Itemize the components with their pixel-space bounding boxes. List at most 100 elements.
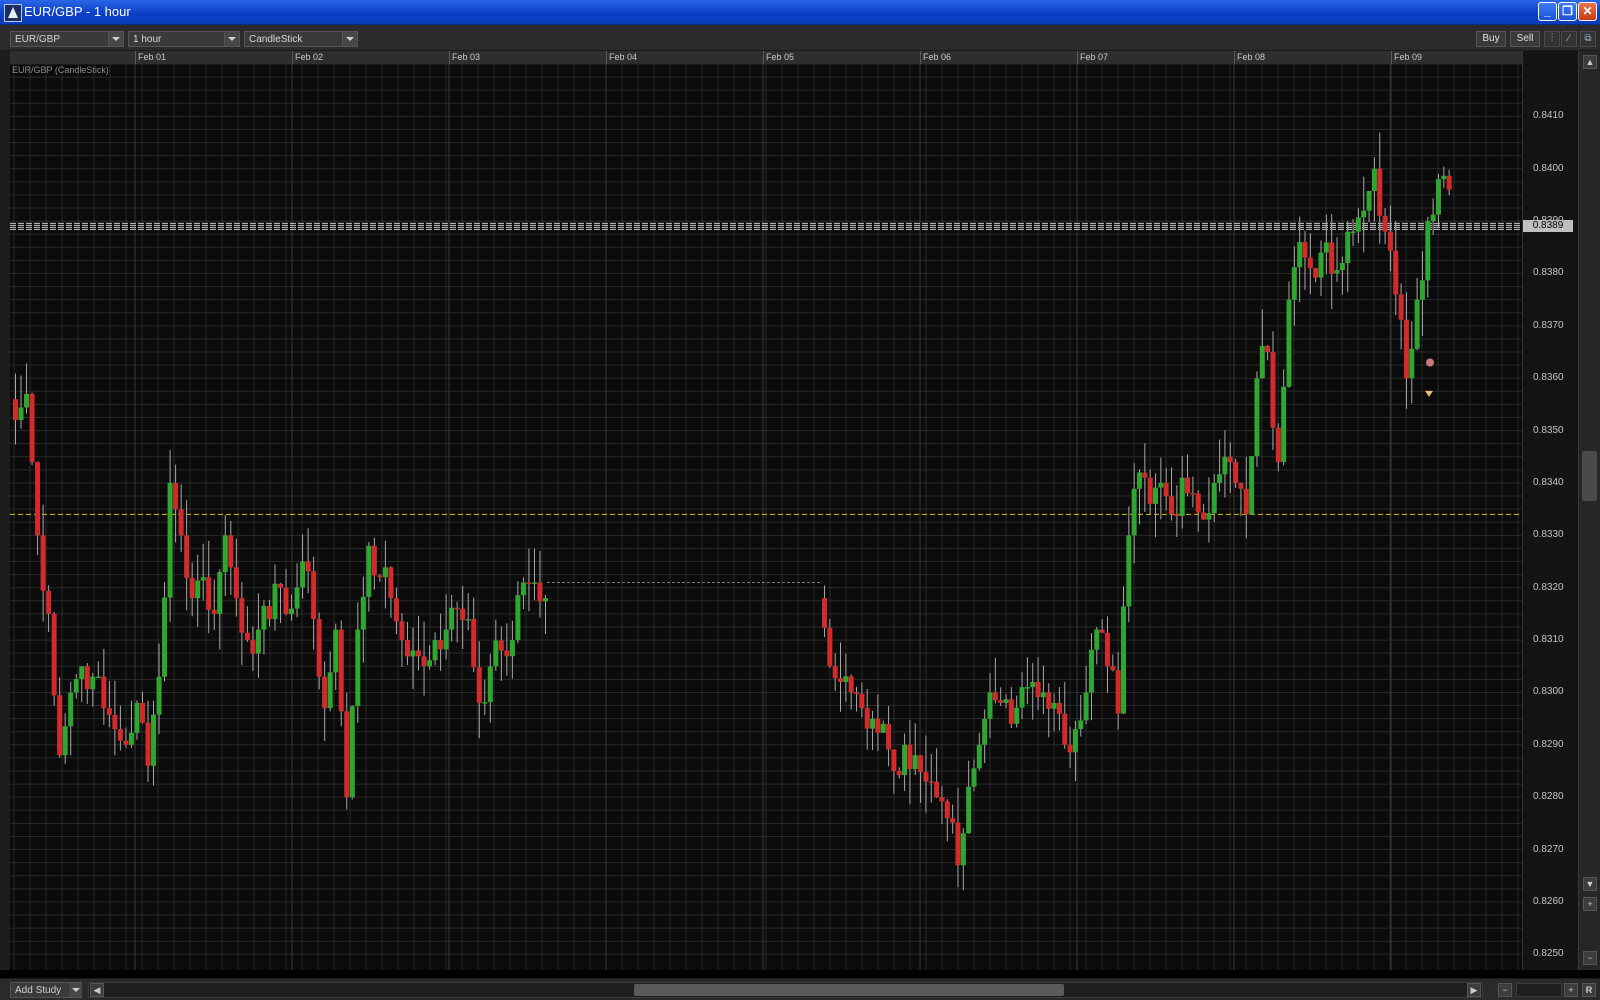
- date-label: Feb 01: [138, 52, 167, 62]
- candle-body: [217, 572, 223, 614]
- candle-body: [1238, 482, 1244, 489]
- close-button[interactable]: ✕: [1578, 2, 1597, 21]
- candle-body: [162, 597, 168, 677]
- current-price-label: 0.8389: [1523, 220, 1573, 233]
- candle-body: [1425, 221, 1431, 281]
- candle-body: [200, 577, 206, 581]
- candle-body: [912, 755, 918, 769]
- candle-body: [907, 744, 913, 769]
- order-marker: [1426, 358, 1434, 367]
- left-edge: [0, 51, 10, 970]
- date-label: Feb 02: [295, 52, 324, 62]
- candle-body: [515, 595, 521, 641]
- candle-body: [520, 582, 526, 596]
- candle-body: [449, 607, 455, 630]
- price-tick-label: 0.8250: [1533, 948, 1564, 960]
- date-label: Feb 06: [923, 52, 952, 62]
- add-study-dropdown[interactable]: Add Study: [10, 982, 82, 998]
- candle-body: [1259, 346, 1265, 379]
- candle-body: [29, 393, 35, 463]
- candle-body: [355, 629, 361, 707]
- minimize-button[interactable]: _: [1538, 2, 1557, 21]
- chart-style-icon[interactable]: ⫶: [1544, 31, 1560, 47]
- candle-body: [827, 627, 833, 667]
- vertical-scale-bar[interactable]: ▲ ▼ + −: [1578, 51, 1600, 970]
- candle-body: [843, 676, 849, 682]
- candle-body: [1131, 488, 1137, 536]
- candle-body: [992, 692, 998, 701]
- candle-body: [1441, 175, 1447, 180]
- candle-body: [1339, 263, 1345, 271]
- candle-body: [261, 605, 267, 630]
- scroll-up-icon[interactable]: ▲: [1583, 55, 1597, 69]
- candle-body: [1024, 687, 1030, 689]
- candle-body: [1137, 472, 1142, 489]
- candle-body: [112, 714, 118, 730]
- candle-body: [1334, 270, 1340, 274]
- horizontal-scrollbar[interactable]: ◀ ▶: [88, 982, 1483, 998]
- candle-body: [966, 786, 972, 834]
- candle-body: [1409, 348, 1415, 379]
- draw-line-icon[interactable]: ∕: [1561, 31, 1577, 47]
- zoom-in-button[interactable]: +: [1564, 983, 1578, 997]
- candle-body: [1345, 231, 1351, 264]
- candle-body: [1169, 496, 1175, 515]
- candle-body: [1035, 681, 1041, 698]
- price-tick-label: 0.8260: [1533, 895, 1564, 907]
- chevron-down-icon: [69, 983, 82, 997]
- date-tick: [1234, 51, 1235, 64]
- buy-button[interactable]: Buy: [1476, 31, 1506, 47]
- candle-body: [880, 723, 886, 733]
- candle-body: [1179, 477, 1185, 516]
- candle-body: [1120, 606, 1126, 714]
- candle-body: [1403, 319, 1409, 379]
- candle-body: [955, 822, 961, 866]
- candle-body: [1275, 427, 1281, 463]
- candle-body: [46, 590, 52, 614]
- zoom-out-icon[interactable]: −: [1583, 951, 1597, 965]
- candle-body: [918, 755, 924, 773]
- symbol-dropdown[interactable]: EUR/GBP: [10, 31, 124, 47]
- zoom-out-button[interactable]: −: [1498, 983, 1512, 997]
- detach-window-icon[interactable]: ⧉: [1580, 31, 1596, 47]
- date-tick: [1077, 51, 1078, 64]
- price-tick-label: 0.8370: [1533, 319, 1564, 331]
- candle-body: [1430, 214, 1436, 222]
- candle-body: [1126, 535, 1132, 607]
- scroll-left-icon[interactable]: ◀: [90, 983, 104, 997]
- scroll-down-icon[interactable]: ▼: [1583, 877, 1597, 891]
- price-tick-label: 0.8410: [1533, 110, 1564, 122]
- candle-body: [233, 567, 239, 599]
- sell-button[interactable]: Sell: [1510, 31, 1540, 47]
- symbol-value: EUR/GBP: [15, 34, 61, 45]
- horizontal-scroll-thumb[interactable]: [634, 984, 1064, 996]
- price-tick-label: 0.8350: [1533, 424, 1564, 436]
- scroll-right-icon[interactable]: ▶: [1467, 983, 1481, 997]
- zoom-slider[interactable]: [1516, 983, 1562, 997]
- maximize-button[interactable]: ❐: [1558, 2, 1577, 21]
- price-tick-label: 0.8400: [1533, 162, 1564, 174]
- candle-body: [960, 833, 966, 866]
- candle-body: [875, 718, 881, 733]
- candle-body: [1040, 692, 1046, 698]
- date-label: Feb 05: [766, 52, 795, 62]
- chart-type-dropdown[interactable]: CandleStick: [244, 31, 358, 47]
- candle-body: [294, 587, 300, 609]
- vertical-scroll-thumb[interactable]: [1582, 451, 1597, 501]
- reset-view-button[interactable]: R: [1582, 983, 1596, 997]
- candle-body: [1419, 280, 1425, 300]
- price-tick-label: 0.8270: [1533, 843, 1564, 855]
- interval-dropdown[interactable]: 1 hour: [128, 31, 240, 47]
- candle-body: [272, 583, 278, 620]
- zoom-in-icon[interactable]: +: [1583, 897, 1597, 911]
- chart-plot-area[interactable]: [10, 64, 1522, 970]
- candle-body: [151, 714, 157, 766]
- date-tick: [135, 51, 136, 64]
- candle-body: [338, 629, 344, 712]
- candle-body: [1088, 649, 1094, 693]
- candle-body: [982, 718, 988, 745]
- candle-body: [250, 640, 256, 654]
- candle-body: [327, 672, 333, 709]
- candle-body: [1323, 242, 1329, 253]
- candle-body: [1158, 482, 1164, 488]
